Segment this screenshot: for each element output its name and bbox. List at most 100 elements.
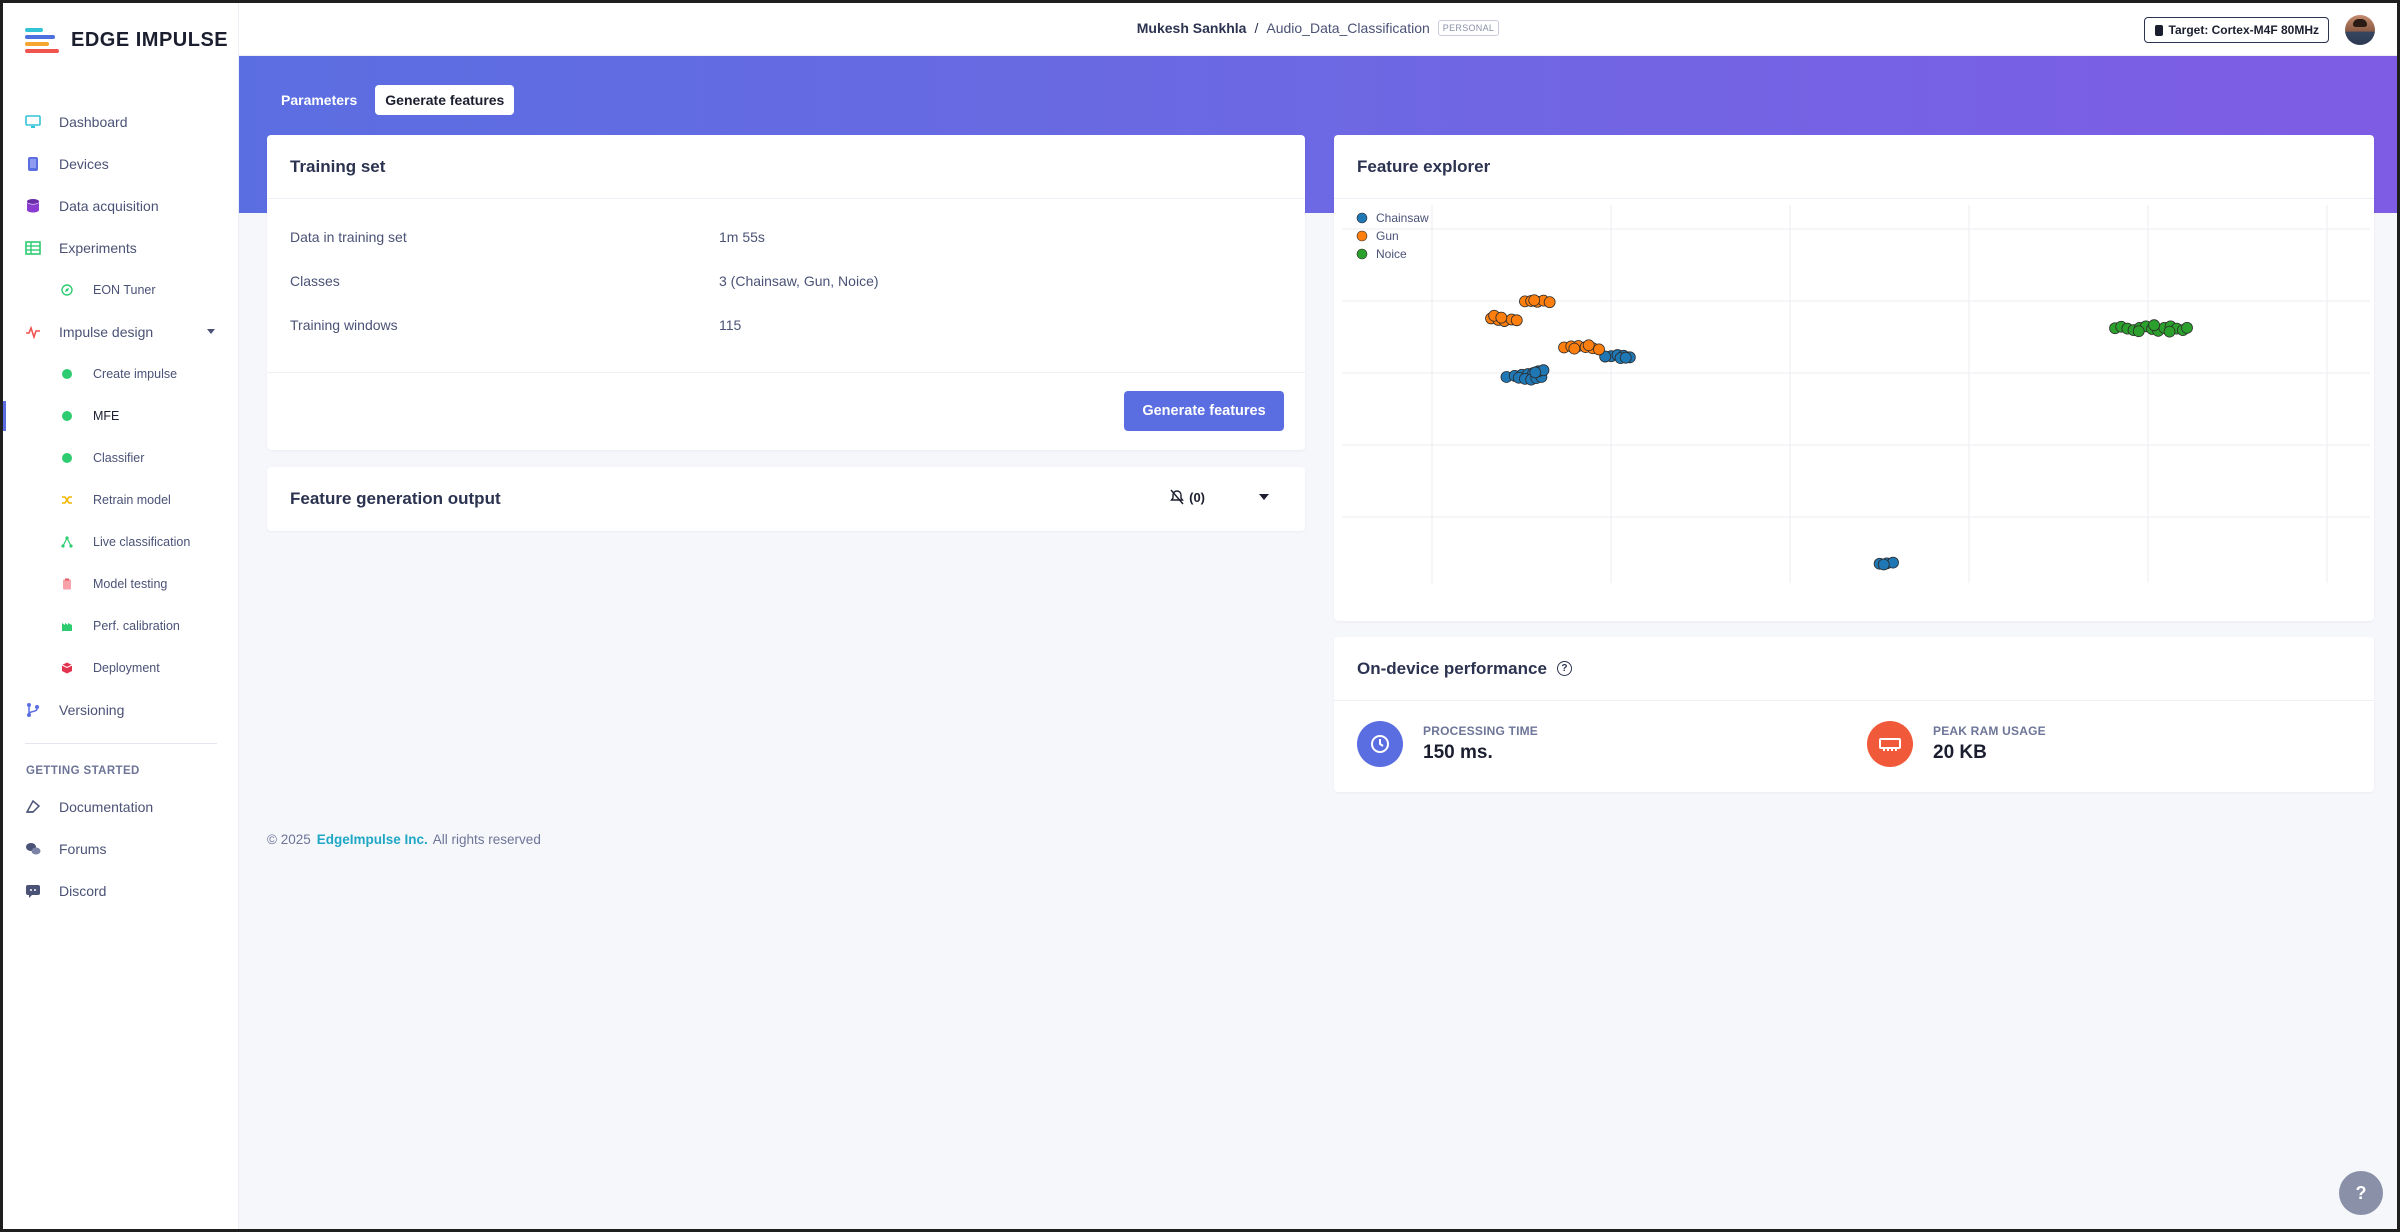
network-icon — [61, 536, 73, 548]
peak-ram-stat: PEAK RAM USAGE 20 KB — [1867, 721, 2046, 767]
sidebar-item-label: Retrain model — [93, 493, 171, 507]
personal-badge: PERSONAL — [1437, 20, 1500, 36]
sidebar-item-create-impulse[interactable]: Create impulse — [3, 353, 239, 395]
row-value: 3 (Chainsaw, Gun, Noice) — [719, 273, 879, 289]
training-set-card: Training set Data in training set 1m 55s… — [267, 135, 1305, 450]
legend-label[interactable]: Noice — [1376, 247, 1407, 261]
sidebar-item-dashboard[interactable]: Dashboard — [3, 101, 239, 143]
data-point-noice[interactable] — [2163, 325, 2176, 338]
help-icon[interactable]: ? — [1556, 661, 1572, 676]
data-point-gun[interactable] — [1528, 294, 1541, 307]
data-point-noice[interactable] — [2148, 319, 2161, 332]
sidebar-item-label: Live classification — [93, 535, 191, 549]
memory-icon — [1867, 721, 1913, 767]
sidebar-item-data-acquisition[interactable]: Data acquisition — [3, 185, 239, 227]
sidebar-item-label: Classifier — [93, 451, 145, 465]
legend-marker — [1356, 248, 1368, 260]
data-point-noice[interactable] — [2132, 325, 2145, 338]
processing-time-stat: PROCESSING TIME 150 ms. — [1357, 721, 1538, 767]
sidebar-item-label: Versioning — [59, 702, 125, 718]
sidebar-section-heading: GETTING STARTED — [26, 765, 140, 777]
tab-parameters[interactable]: Parameters — [271, 85, 367, 115]
clock-icon — [1357, 721, 1403, 767]
sidebar-item-live-classification[interactable]: Live classification — [3, 521, 239, 563]
top-bar: Mukesh Sankhla / Audio_Data_Classification… — [239, 3, 2397, 56]
feature-output-card: Feature generation output (0) — [267, 467, 1305, 531]
factory-icon — [62, 623, 72, 631]
table-icon — [25, 241, 41, 255]
footer: © 2025 EdgeImpulse Inc. All rights reserv… — [267, 832, 541, 847]
sidebar-item-mfe[interactable]: MFE — [3, 395, 239, 437]
performance-title: On-device performance — [1357, 658, 1547, 678]
data-point-chainsaw[interactable] — [1619, 351, 1632, 364]
sidebar-item-model-testing[interactable]: Model testing — [3, 563, 239, 605]
status-dot-icon — [61, 452, 73, 464]
data-point-gun[interactable] — [1510, 314, 1523, 327]
data-point-gun[interactable] — [1568, 342, 1581, 355]
stat-label: PEAK RAM USAGE — [1933, 724, 2046, 738]
git-branch-icon — [27, 703, 39, 717]
sidebar-item-eon-tuner[interactable]: EON Tuner — [3, 269, 239, 311]
data-point-chainsaw[interactable] — [1529, 366, 1542, 379]
feature-explorer-chart[interactable]: Chainsaw Gun Noice — [1334, 205, 2374, 615]
sidebar-item-forums[interactable]: Forums — [3, 828, 239, 870]
sidebar-item-label: Data acquisition — [59, 198, 159, 214]
row-value: 115 — [719, 317, 742, 333]
breadcrumb-project[interactable]: Audio_Data_Classification — [1266, 20, 1429, 36]
sidebar-item-label: Model testing — [93, 577, 168, 591]
bell-slash-icon — [1170, 489, 1185, 505]
breadcrumb-user[interactable]: Mukesh Sankhla — [1137, 20, 1247, 36]
data-point-gun[interactable] — [1593, 343, 1605, 356]
data-point-noice[interactable] — [2181, 321, 2193, 334]
card-title: Training set — [267, 135, 1305, 199]
chart-points — [1485, 294, 2193, 571]
target-label: Target: Cortex-M4F 80MHz — [2168, 23, 2319, 37]
avatar[interactable] — [2345, 15, 2375, 45]
row-label: Data in training set — [290, 229, 407, 245]
data-point-gun[interactable] — [1582, 339, 1595, 352]
sidebar-divider — [25, 743, 217, 744]
devices-icon — [28, 157, 38, 171]
sidebar: EDGE IMPULSE Dashboard Devices Data acqu… — [3, 3, 239, 1229]
sidebar-item-label: Experiments — [59, 240, 137, 256]
table-row: Training windows 115 — [267, 303, 1305, 347]
sidebar-item-devices[interactable]: Devices — [3, 143, 239, 185]
sidebar-item-versioning[interactable]: Versioning — [3, 689, 239, 731]
help-button[interactable]: ? — [2339, 1171, 2383, 1215]
target-device-button[interactable]: Target: Cortex-M4F 80MHz — [2143, 17, 2329, 43]
comments-icon — [26, 843, 41, 855]
sidebar-item-deployment[interactable]: Deployment — [3, 647, 239, 689]
feature-output-title: Feature generation output — [290, 489, 501, 508]
tab-generate-features[interactable]: Generate features — [375, 85, 515, 115]
sidebar-item-impulse-design[interactable]: Impulse design — [3, 311, 239, 353]
sidebar-item-label: Create impulse — [93, 367, 178, 381]
sidebar-item-discord[interactable]: Discord — [3, 870, 239, 912]
sidebar-item-classifier[interactable]: Classifier — [3, 437, 239, 479]
status-dot-icon — [61, 410, 73, 422]
legend-marker — [1356, 212, 1368, 224]
sidebar-item-label: Forums — [59, 841, 107, 857]
sidebar-item-label: MFE — [93, 409, 120, 423]
chevron-down-icon[interactable] — [1259, 494, 1269, 500]
cube-icon — [61, 662, 73, 674]
sidebar-item-label: Dashboard — [59, 114, 128, 130]
sidebar-item-perf-calibration[interactable]: Perf. calibration — [3, 605, 239, 647]
sidebar-item-experiments[interactable]: Experiments — [3, 227, 239, 269]
data-point-gun[interactable] — [1495, 311, 1508, 324]
table-row: Classes 3 (Chainsaw, Gun, Noice) — [267, 259, 1305, 303]
brand-logo[interactable]: EDGE IMPULSE — [25, 25, 228, 55]
sidebar-item-documentation[interactable]: Documentation — [3, 786, 239, 828]
sidebar-item-label: Devices — [59, 156, 109, 172]
sidebar-item-retrain-model[interactable]: Retrain model — [3, 479, 239, 521]
shuffle-icon — [62, 496, 72, 504]
notification-toggle[interactable]: (0) — [1169, 489, 1269, 505]
data-point-chainsaw[interactable] — [1877, 558, 1890, 571]
legend-label[interactable]: Chainsaw — [1376, 211, 1429, 225]
legend-marker — [1356, 230, 1368, 242]
legend-label[interactable]: Gun — [1376, 229, 1399, 243]
breadcrumb-separator: / — [1254, 20, 1259, 36]
data-point-gun[interactable] — [1543, 296, 1556, 309]
chevron-down-icon[interactable] — [207, 329, 215, 334]
footer-company-link[interactable]: EdgeImpulse Inc. — [317, 832, 428, 847]
generate-features-button[interactable]: Generate features — [1124, 391, 1284, 431]
